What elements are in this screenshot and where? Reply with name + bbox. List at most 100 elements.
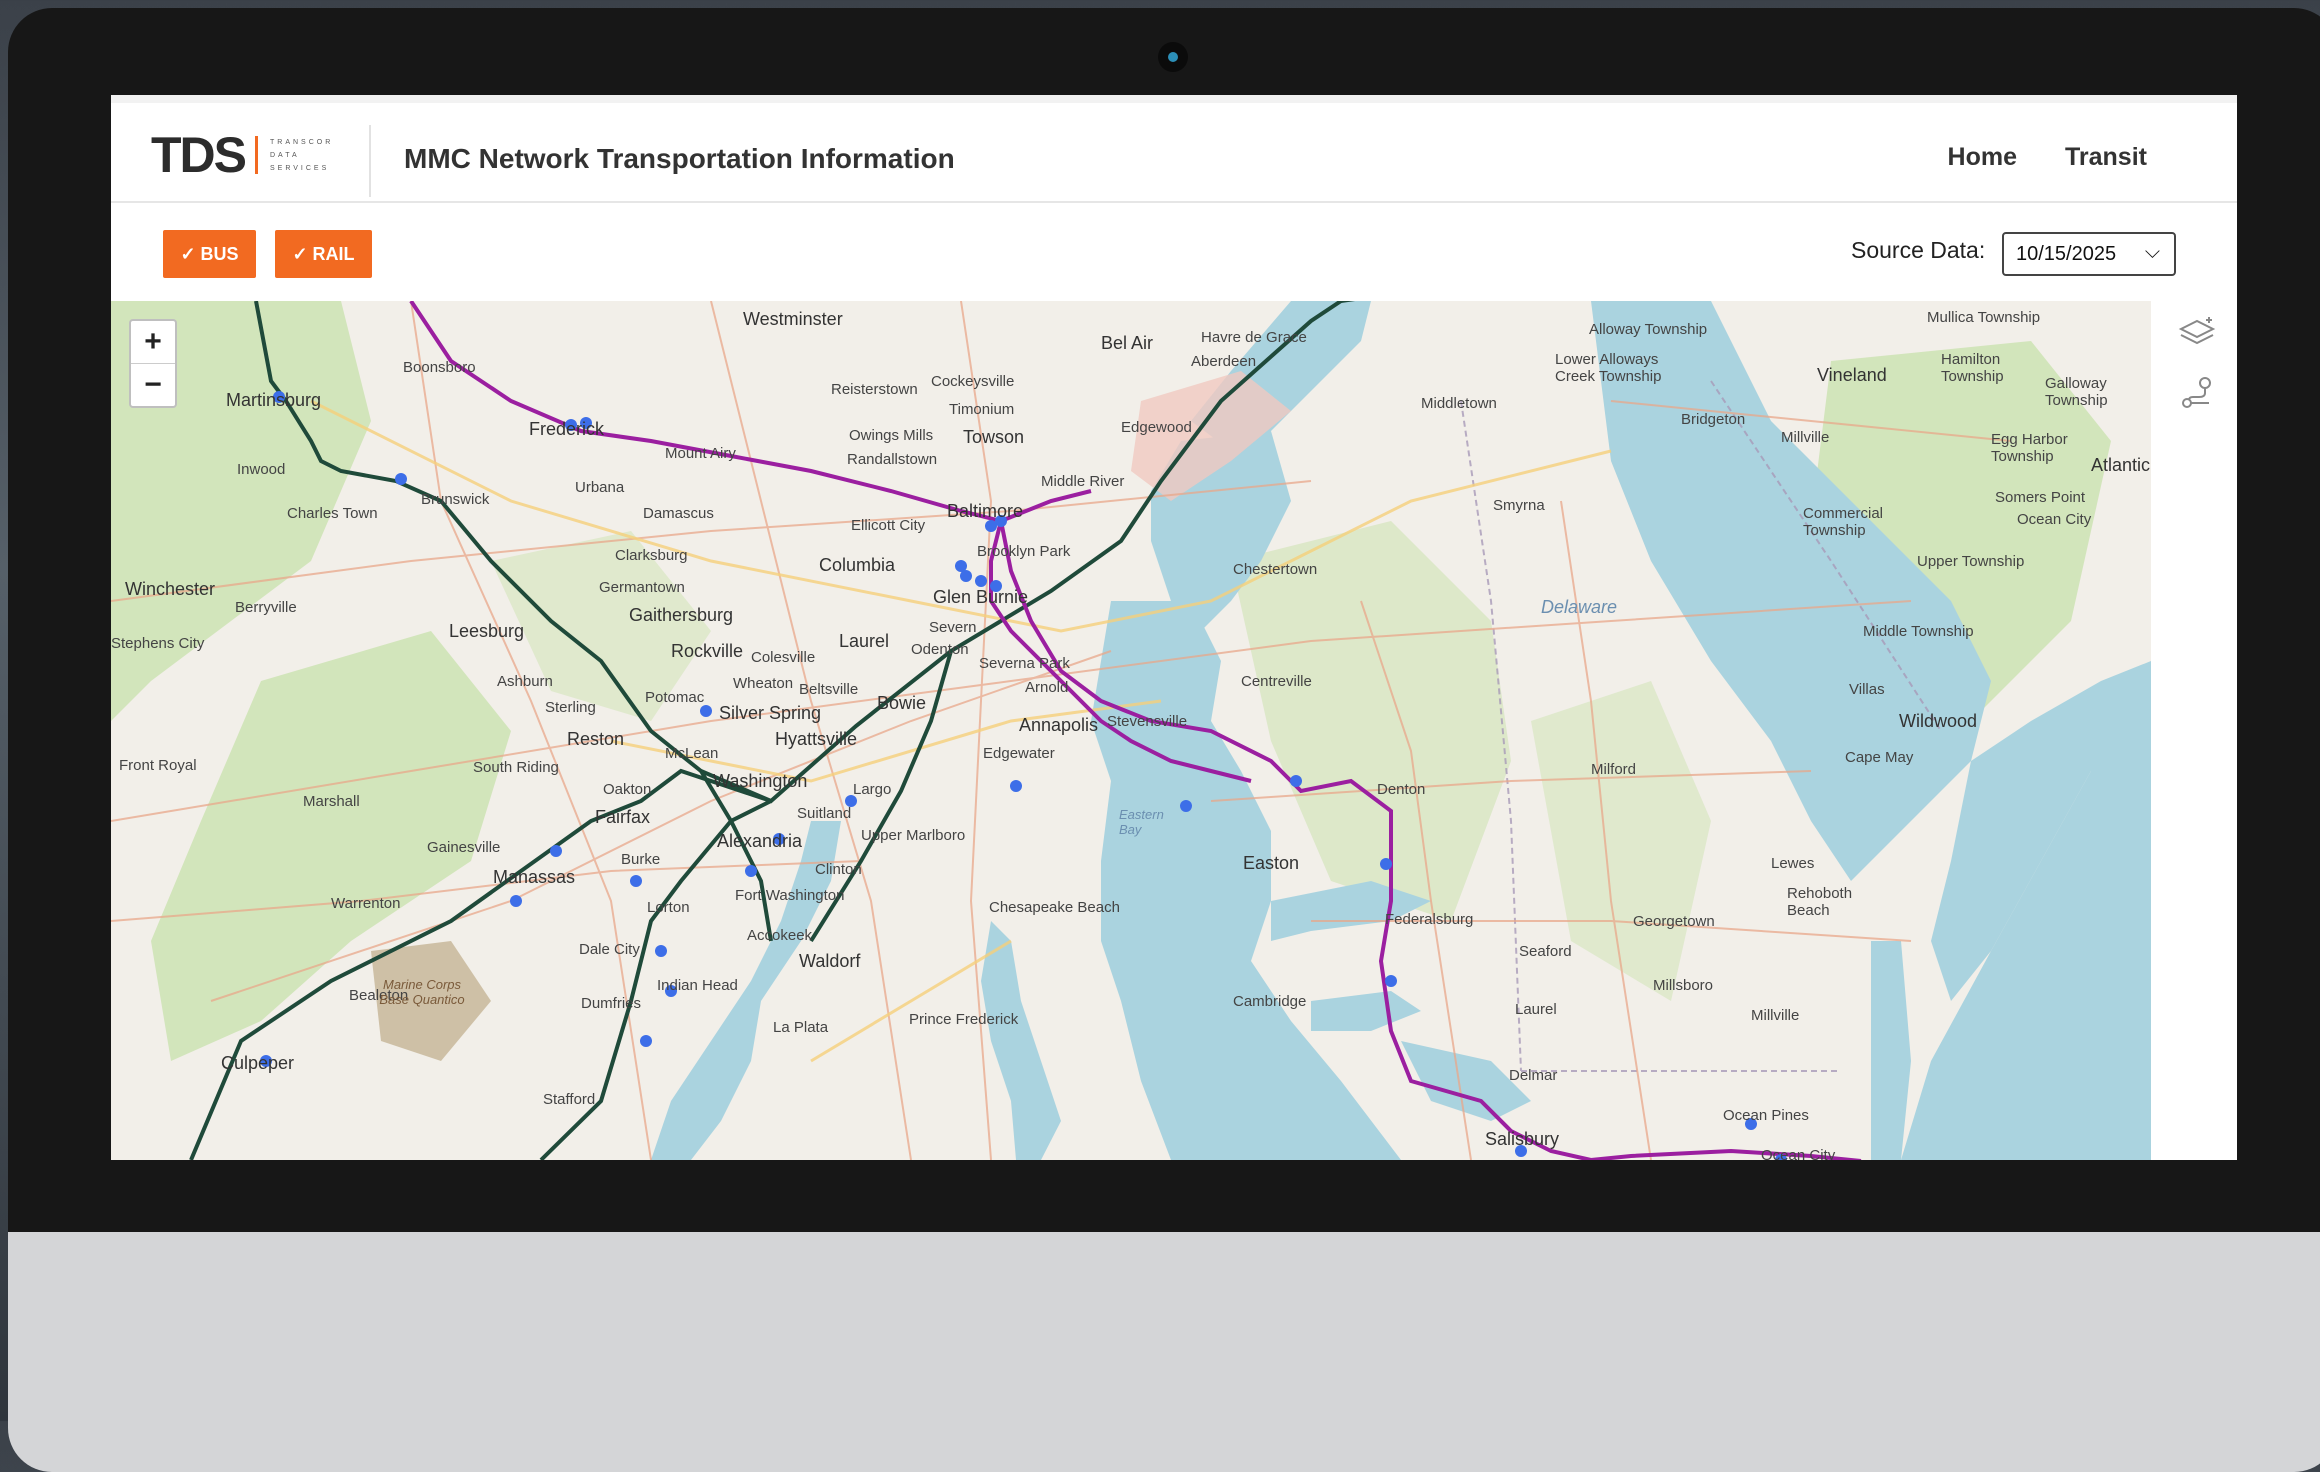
map-label: Lewes bbox=[1771, 855, 1815, 872]
logo-text: TDS bbox=[151, 127, 247, 183]
map-label: Glen Burnie bbox=[933, 587, 1029, 607]
map-label: Atlantic bbox=[2091, 455, 2151, 475]
map-label: Boonsboro bbox=[403, 359, 476, 376]
zoom-in-button[interactable]: + bbox=[131, 321, 175, 363]
map-label: La Plata bbox=[773, 1019, 829, 1036]
map-label: Egg Harbor Township bbox=[1991, 431, 2068, 465]
map-label: Front Royal bbox=[119, 757, 197, 774]
map-label: Millville bbox=[1751, 1007, 1800, 1024]
map-label: Colesville bbox=[751, 649, 816, 666]
map-label: Silver Spring bbox=[719, 703, 822, 723]
monitor-chin bbox=[8, 1232, 2320, 1472]
map-label: Waldorf bbox=[799, 951, 861, 971]
map-label: Timonium bbox=[949, 401, 1015, 418]
header-separator bbox=[369, 125, 371, 197]
map-label: Georgetown bbox=[1633, 913, 1715, 930]
map-label: Denton bbox=[1377, 781, 1426, 798]
map-label: Alloway Township bbox=[1589, 321, 1708, 338]
rail-toggle-button[interactable]: ✓ RAIL bbox=[275, 230, 372, 278]
map-label: Delmar bbox=[1509, 1067, 1558, 1084]
map-label: Culpeper bbox=[221, 1053, 295, 1073]
nav-home[interactable]: Home bbox=[1948, 143, 2017, 172]
top-header: TDS TRANSCOR DATA SERVICES MMC Network T… bbox=[111, 95, 2237, 203]
map-label: Annapolis bbox=[1019, 715, 1099, 735]
map-label: Millsboro bbox=[1653, 977, 1714, 994]
map-label: Odenton bbox=[911, 641, 969, 658]
transit-map[interactable]: Westminster Bel Air Havre de Grace Aberd… bbox=[111, 301, 2151, 1160]
map-label: Sterling bbox=[545, 699, 596, 716]
map-label: McLean bbox=[665, 745, 719, 762]
map-label: Accokeek bbox=[747, 927, 813, 944]
map-label: Winchester bbox=[125, 579, 216, 599]
map-label: Aberdeen bbox=[1191, 353, 1257, 370]
map-label: Towson bbox=[963, 427, 1025, 447]
zoom-out-button[interactable]: − bbox=[131, 363, 175, 406]
map-label: Stevensville bbox=[1107, 713, 1188, 730]
map-label: Fort Washington bbox=[735, 887, 845, 904]
map-label: Oakton bbox=[603, 781, 652, 798]
map-label: Ocean City bbox=[1761, 1147, 1836, 1160]
map-label: Rockville bbox=[671, 641, 744, 661]
zoom-control: + − bbox=[129, 319, 177, 408]
map-label: Milford bbox=[1591, 761, 1637, 778]
map-label: Chesapeake Beach bbox=[989, 899, 1120, 916]
map-label: Commercial Township bbox=[1803, 505, 1884, 539]
map-label: Vineland bbox=[1817, 365, 1887, 385]
nav-transit[interactable]: Transit bbox=[2065, 143, 2147, 172]
map-label: Brooklyn Park bbox=[977, 543, 1071, 560]
map-label: Columbia bbox=[819, 555, 896, 575]
map-label: Bridgeton bbox=[1681, 411, 1746, 428]
map-label: South Riding bbox=[473, 759, 559, 776]
logo-divider bbox=[255, 136, 258, 174]
map-label: Marine Corps Base Quantico bbox=[379, 977, 465, 1007]
map-label: Ocean Pines bbox=[1723, 1107, 1809, 1124]
map-label: Lorton bbox=[647, 899, 690, 916]
map-label: Prince Frederick bbox=[909, 1011, 1019, 1028]
map-label: Baltimore bbox=[947, 501, 1024, 521]
map-label: Edgewood bbox=[1121, 419, 1192, 436]
map-label: Ocean City bbox=[2017, 511, 2092, 528]
source-data-label: Source Data: bbox=[1851, 237, 1986, 263]
map-side-toolbar bbox=[2151, 301, 2237, 1160]
map-label: Severn bbox=[929, 619, 977, 636]
map-label: Warrenton bbox=[331, 895, 401, 912]
map-label: Rehoboth Beach bbox=[1787, 885, 1853, 919]
map-label: Laurel bbox=[1515, 1001, 1557, 1018]
map-label: Severna Park bbox=[979, 655, 1070, 672]
map-label: Germantown bbox=[599, 579, 685, 596]
map-label: Edgewater bbox=[983, 745, 1055, 762]
bus-toggle-button[interactable]: ✓ BUS bbox=[163, 230, 256, 278]
page-title: MMC Network Transportation Information bbox=[404, 143, 955, 174]
map-label: Suitland bbox=[797, 805, 852, 822]
map-label: Chestertown bbox=[1233, 561, 1318, 578]
tds-logo[interactable]: TDS TRANSCOR DATA SERVICES bbox=[151, 127, 334, 183]
map-label: Leesburg bbox=[449, 621, 525, 641]
map-label: Charles Town bbox=[287, 505, 378, 522]
map-label: Inwood bbox=[237, 461, 286, 478]
map-label: Cockeysville bbox=[931, 373, 1015, 390]
map-label: Owings Mills bbox=[849, 427, 934, 444]
source-data-value: 10/15/2025 bbox=[2016, 242, 2117, 265]
map-label: Centreville bbox=[1241, 673, 1312, 690]
map-label: Bel Air bbox=[1101, 333, 1154, 353]
map-label: Ellicott City bbox=[851, 517, 926, 534]
map-label: Salisbury bbox=[1485, 1129, 1560, 1149]
map-label: Arnold bbox=[1025, 679, 1069, 696]
route-icon[interactable] bbox=[2177, 373, 2217, 413]
map-label: Mullica Township bbox=[1927, 309, 2041, 326]
map-label: Stephens City bbox=[111, 635, 205, 652]
layers-icon[interactable] bbox=[2177, 313, 2217, 353]
source-data-select[interactable]: 10/15/2025 ⌵ bbox=[2002, 232, 2176, 276]
map-label: Easton bbox=[1243, 853, 1300, 873]
map-label: Gainesville bbox=[427, 839, 501, 856]
map-label: Delaware bbox=[1541, 597, 1618, 617]
map-label: Frederick bbox=[529, 419, 605, 439]
map-label: Upper Marlboro bbox=[861, 827, 966, 844]
map-label: Bowie bbox=[877, 693, 927, 713]
map-label: Somers Point bbox=[1995, 489, 2086, 506]
map-label: Laurel bbox=[839, 631, 890, 651]
map-label: Millville bbox=[1781, 429, 1830, 446]
logo-subtitle: TRANSCOR DATA SERVICES bbox=[270, 138, 334, 172]
map-label: Upper Township bbox=[1917, 553, 2025, 570]
map-label: Wheaton bbox=[733, 675, 794, 692]
